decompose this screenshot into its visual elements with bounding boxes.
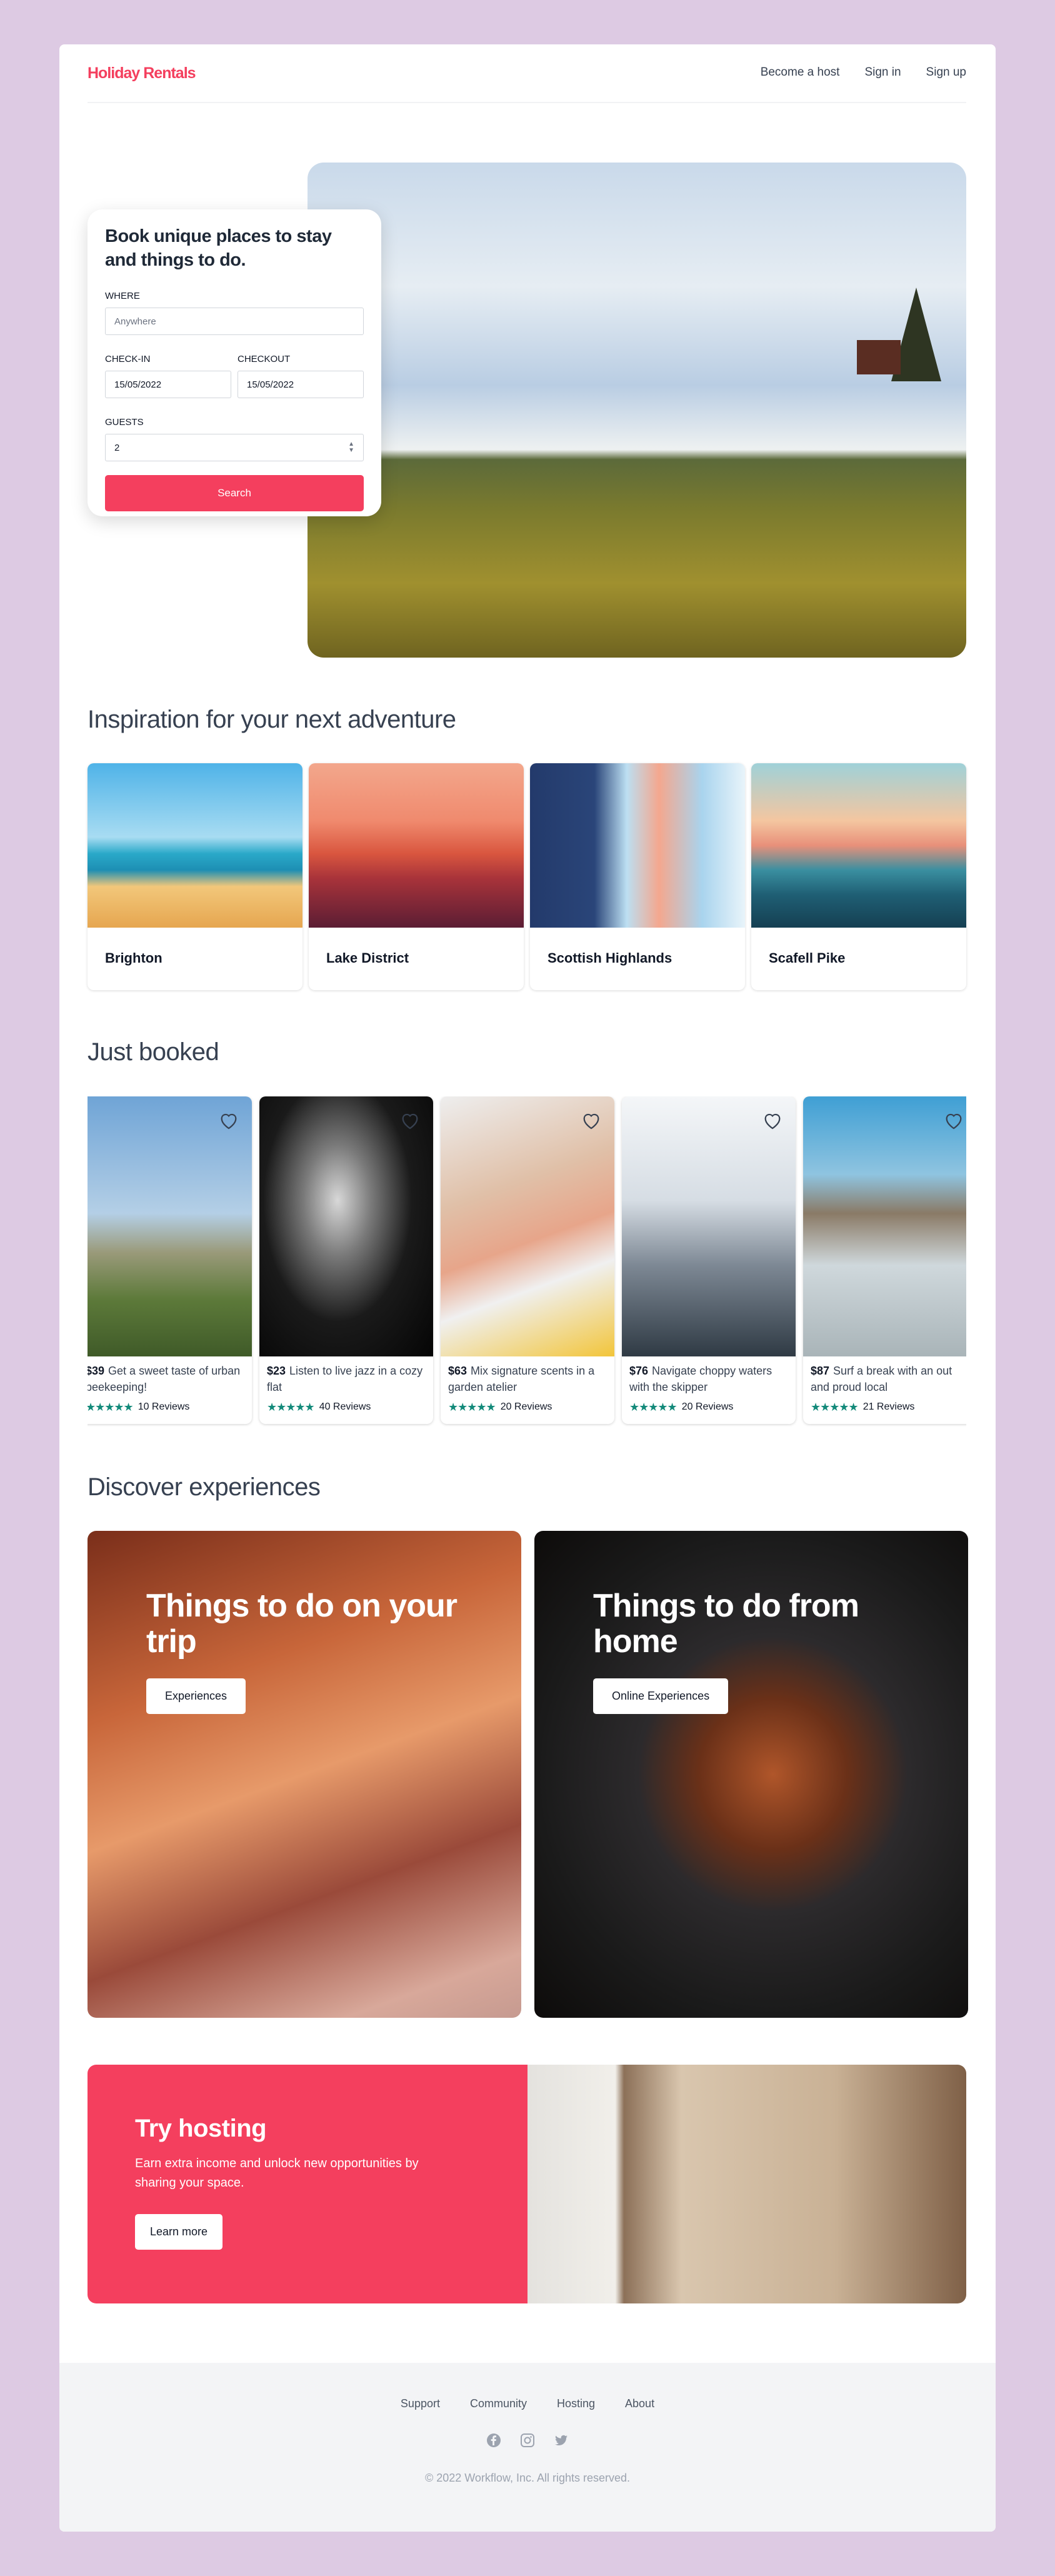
stepper-arrows-icon[interactable]: ▲ ▼ — [348, 441, 354, 454]
booked-card[interactable]: $76 Navigate choppy waters with the skipp… — [622, 1096, 796, 1424]
inspiration-title: Scottish Highlands — [548, 950, 672, 966]
experience-title: Get a sweet taste of urban beekeeping! — [88, 1365, 241, 1393]
experience-photo — [259, 1096, 433, 1356]
climber-illustration — [530, 763, 745, 928]
experience-title: Surf a break with an out and proud local — [811, 1365, 952, 1393]
inspiration-card[interactable]: Scafell Pike — [751, 763, 966, 990]
house-shape — [857, 340, 901, 374]
experience-card-home[interactable]: Things to do from home Online Experience… — [534, 1531, 968, 2018]
experience-photo — [803, 1096, 966, 1356]
footer-link-about[interactable]: About — [625, 2397, 654, 2410]
experience-photo — [88, 1096, 252, 1356]
search-button[interactable]: Search — [105, 475, 364, 511]
checkin-label: Check-in — [105, 354, 151, 364]
inspiration-title: Lake District — [326, 950, 409, 966]
inspiration-card[interactable]: Scottish Highlands — [530, 763, 745, 990]
experience-title: Things to do on your trip — [146, 1588, 458, 1660]
facebook-icon[interactable] — [486, 2433, 501, 2448]
inspiration-card[interactable]: Brighton — [88, 763, 302, 990]
review-count: 21 Reviews — [862, 1401, 915, 1412]
top-nav: Become a host Sign in Sign up — [761, 66, 966, 79]
nav-sign-up[interactable]: Sign up — [926, 66, 966, 79]
experience-title: Listen to live jazz in a cozy flat — [267, 1365, 423, 1393]
search-title: Book unique places to stay and things to… — [105, 226, 332, 270]
star-rating-icon: ★★★★★ — [88, 1401, 134, 1413]
hosting-title: Try hosting — [135, 2115, 267, 2142]
header-divider — [88, 102, 966, 103]
online-experiences-button[interactable]: Online Experiences — [593, 1678, 729, 1714]
copyright: © 2022 Workflow, Inc. All rights reserve… — [424, 2472, 631, 2484]
where-input[interactable]: Anywhere — [105, 308, 364, 335]
heart-icon[interactable] — [762, 1110, 783, 1131]
experience-card-trip[interactable]: Things to do on your trip Experiences — [88, 1531, 521, 2018]
search-card: Book unique places to stay and things to… — [88, 209, 381, 516]
hosting-text: Earn extra income and unlock new opportu… — [135, 2157, 419, 2190]
beach-illustration — [88, 763, 302, 928]
booked-card[interactable]: $23 Listen to live jazz in a cozy flat ★★… — [259, 1096, 433, 1424]
page: Holiday Rentals Become a host Sign in Si… — [59, 44, 996, 2532]
instagram-icon[interactable] — [520, 2433, 535, 2448]
inspiration-card[interactable]: Lake District — [309, 763, 524, 990]
mountains-illustration — [309, 763, 524, 928]
dining-room-image — [528, 2065, 966, 2303]
experience-title: Things to do from home — [593, 1588, 859, 1660]
guests-label: Guests — [105, 417, 144, 428]
price: $23 — [267, 1365, 286, 1377]
heart-icon[interactable] — [218, 1110, 239, 1131]
just-booked-heading: Just booked — [88, 1038, 219, 1066]
price: $39 — [88, 1365, 105, 1377]
inspiration-title: Scafell Pike — [769, 950, 846, 966]
booked-card[interactable]: $63 Mix signature scents in a garden atel… — [441, 1096, 614, 1424]
review-count: 20 Reviews — [681, 1401, 734, 1412]
discover-heading: Discover experiences — [88, 1473, 321, 1501]
experiences-button[interactable]: Experiences — [146, 1678, 246, 1714]
experience-photo — [622, 1096, 796, 1356]
star-rating-icon: ★★★★★ — [811, 1401, 859, 1413]
learn-more-button[interactable]: Learn more — [135, 2214, 223, 2250]
review-count: 20 Reviews — [500, 1401, 552, 1412]
inspiration-list: Brighton Lake District Scottish Highland… — [88, 763, 966, 990]
star-rating-icon: ★★★★★ — [267, 1401, 315, 1413]
heart-icon[interactable] — [943, 1110, 964, 1131]
lake-illustration — [751, 763, 966, 928]
twitter-icon[interactable] — [554, 2433, 569, 2448]
footer-link-hosting[interactable]: Hosting — [557, 2397, 595, 2410]
guests-value: 2 — [114, 442, 120, 453]
review-count: 10 Reviews — [138, 1401, 190, 1412]
footer: Support Community Hosting About © 2022 W… — [59, 2363, 996, 2532]
heart-icon[interactable] — [581, 1110, 602, 1131]
inspiration-title: Brighton — [105, 950, 162, 966]
checkin-input[interactable]: 15/05/2022 — [105, 371, 231, 398]
experience-photo — [441, 1096, 614, 1356]
experience-title: Navigate choppy waters with the skipper — [629, 1365, 772, 1393]
footer-link-support[interactable]: Support — [401, 2397, 440, 2410]
booked-card[interactable]: $87 Surf a break with an out and proud lo… — [803, 1096, 966, 1424]
where-label: Where — [105, 291, 140, 301]
price: $87 — [811, 1365, 830, 1377]
nav-sign-in[interactable]: Sign in — [864, 66, 901, 79]
checkout-label: Checkout — [238, 354, 291, 364]
experience-title: Mix signature scents in a garden atelier — [448, 1365, 595, 1393]
nav-become-host[interactable]: Become a host — [761, 66, 840, 79]
review-count: 40 Reviews — [319, 1401, 371, 1412]
just-booked-carousel[interactable]: $39 Get a sweet taste of urban beekeeping… — [88, 1096, 966, 1428]
price: $63 — [448, 1365, 468, 1377]
inspiration-heading: Inspiration for your next adventure — [88, 706, 456, 733]
star-rating-icon: ★★★★★ — [629, 1401, 678, 1413]
star-rating-icon: ★★★★★ — [448, 1401, 496, 1413]
checkout-input[interactable]: 15/05/2022 — [238, 371, 364, 398]
logo[interactable]: Holiday Rentals — [88, 64, 196, 83]
heart-icon[interactable] — [399, 1110, 421, 1131]
guests-stepper[interactable]: 2 ▲ ▼ — [105, 434, 364, 461]
footer-link-community[interactable]: Community — [470, 2397, 527, 2410]
price: $76 — [629, 1365, 649, 1377]
hosting-banner: Try hosting Earn extra income and unlock… — [88, 2065, 966, 2303]
hero-image — [308, 163, 966, 658]
booked-card[interactable]: $39 Get a sweet taste of urban beekeeping… — [88, 1096, 252, 1424]
